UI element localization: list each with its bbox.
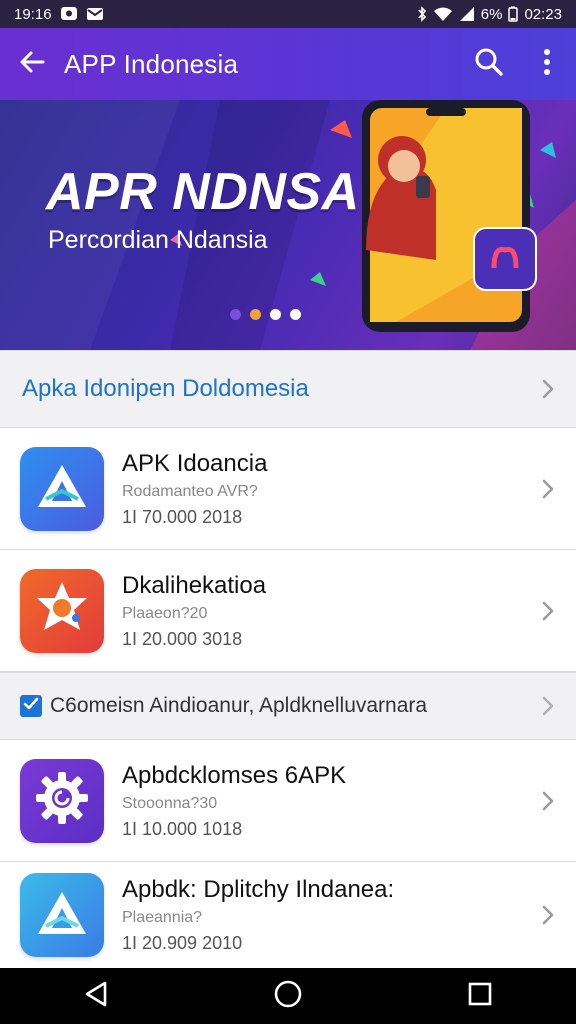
star-badge-icon <box>32 578 92 643</box>
app-bar: APP Indonesia <box>0 28 576 100</box>
list-item[interactable]: Apbdcklomses 6APK Stooonna?30 1I 10.000 … <box>0 740 576 862</box>
bluetooth-icon <box>417 6 427 22</box>
carousel-indicators <box>230 309 301 320</box>
checkbox[interactable] <box>20 695 42 717</box>
search-button[interactable] <box>460 28 518 100</box>
chevron-right-icon <box>520 695 576 717</box>
carousel-dot[interactable] <box>250 309 261 320</box>
back-button[interactable] <box>0 28 64 100</box>
app-meta: 1I 20.000 3018 <box>122 628 243 649</box>
banner-subline: Percordian Ndansia <box>48 226 268 254</box>
app-subtitle: Plaeannia? <box>122 909 203 926</box>
status-clock: 02:23 <box>524 5 562 23</box>
list-item[interactable]: Dkalihekatioa Plaaeon?20 1I 20.000 3018 <box>0 550 576 672</box>
carousel-dot-active[interactable] <box>290 309 301 320</box>
nav-back-icon <box>83 980 109 1013</box>
wifi-icon <box>433 6 453 22</box>
chevron-right-icon <box>520 790 576 812</box>
nav-recents-icon <box>467 981 493 1012</box>
app-icon <box>20 446 104 531</box>
carousel-dot[interactable] <box>230 309 241 320</box>
promo-banner[interactable]: APR NDNSA Percordian Ndansia <box>0 100 576 350</box>
app-icon <box>20 568 104 653</box>
status-time: 19:16 <box>14 5 52 23</box>
app-icon <box>20 873 104 957</box>
section-filter-label: C6omeisn Aindioanur, Apldknelluvarnara <box>50 694 428 717</box>
app-subtitle: Rodamanteo AVR? <box>122 482 258 500</box>
checkmark-icon <box>23 697 39 716</box>
signal-icon <box>459 6 475 22</box>
section-header-label: Apka Idonipen Doldomesia <box>22 375 309 402</box>
triangle-a-icon <box>34 888 90 943</box>
app-meta: 1I 20.909 2010 <box>122 933 243 953</box>
app-name: Apbdk: Dplitchy Ilndanea: <box>122 876 395 903</box>
overflow-menu-button[interactable] <box>518 28 576 100</box>
battery-percent: 6% <box>480 5 503 23</box>
app-meta: 1I 10.000 1018 <box>122 818 243 839</box>
more-vert-icon <box>542 48 552 81</box>
app-meta: 1I 70.000 2018 <box>122 506 243 527</box>
system-nav-bar <box>0 968 576 1024</box>
message-icon <box>60 6 78 22</box>
page-title: APP Indonesia <box>64 48 239 79</box>
arrow-left-icon <box>18 48 46 81</box>
status-bar: 19:16 6% 02:23 <box>0 0 576 28</box>
section-filter-row[interactable]: C6omeisn Aindioanur, Apldknelluvarnara <box>0 672 576 740</box>
app-subtitle: Plaaeon?20 <box>122 604 208 622</box>
list-item[interactable]: Apbdk: Dplitchy Ilndanea: Plaeannia? 1I … <box>0 862 576 968</box>
section-header[interactable]: Apka Idonipen Doldomesia <box>0 350 576 428</box>
triangle-a-icon <box>34 461 90 516</box>
list-item[interactable]: APK Idoancia Rodamanteo AVR? 1I 70.000 2… <box>0 428 576 550</box>
nav-home-button[interactable] <box>248 968 328 1024</box>
app-subtitle: Stooonna?30 <box>122 794 218 812</box>
mail-icon <box>86 6 104 22</box>
carousel-dot[interactable] <box>270 309 281 320</box>
chevron-right-icon <box>520 478 576 500</box>
banner-headline: APR NDNSA <box>46 163 360 221</box>
battery-icon <box>508 6 519 22</box>
chevron-right-icon <box>520 600 576 622</box>
chevron-right-icon <box>520 378 576 400</box>
app-name: Apbdcklomses 6APK <box>122 761 347 789</box>
chevron-right-icon <box>520 904 576 926</box>
nav-home-icon <box>273 979 303 1014</box>
nav-back-button[interactable] <box>56 968 136 1024</box>
nav-recents-button[interactable] <box>440 968 520 1024</box>
gear-icon <box>32 768 92 833</box>
phone-illustration <box>362 100 537 332</box>
app-icon <box>20 758 104 843</box>
search-icon <box>474 47 504 82</box>
app-name: APK Idoancia <box>122 449 268 477</box>
app-name: Dkalihekatioa <box>122 571 267 599</box>
